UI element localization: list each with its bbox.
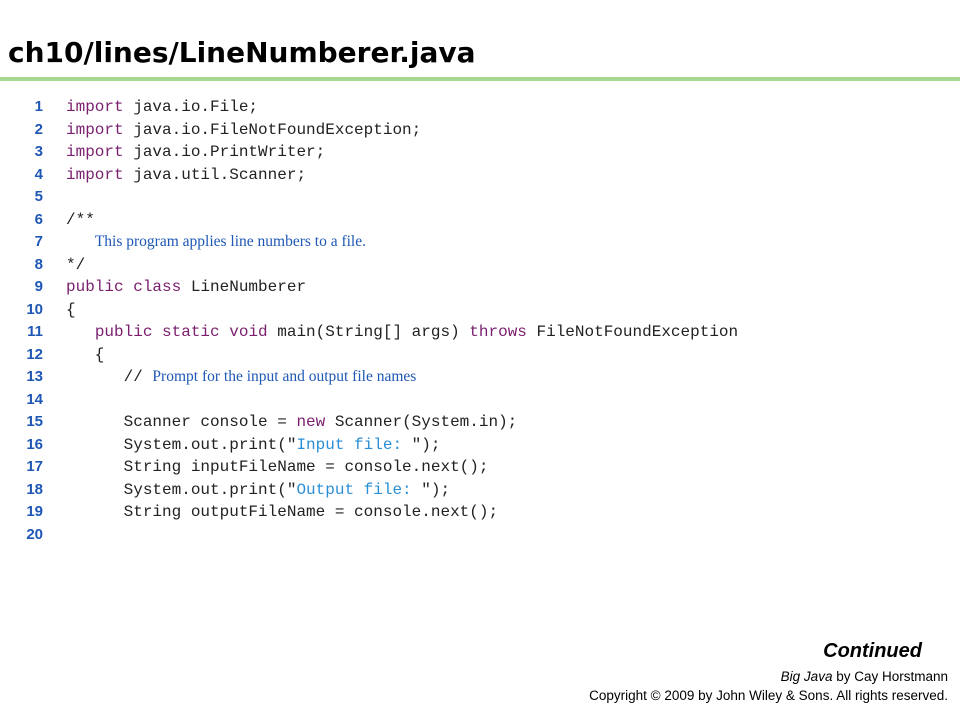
continued-label: Continued (823, 640, 922, 662)
line-number: 14 (26, 390, 43, 408)
line-number: 5 (34, 188, 43, 205)
code-token: FileNotFoundException (526, 323, 739, 341)
code-token: Scanner(System.in); (325, 413, 518, 431)
line-number: 17 (26, 458, 43, 475)
code-token: "); (421, 480, 451, 499)
code-line: 8 */ (0, 254, 960, 277)
code-line: 2 import java.io.FileNotFoundException; (0, 119, 960, 142)
code-string: Input file: (296, 435, 412, 454)
code-keyword: throws (469, 323, 527, 341)
code-line: 20 (0, 524, 960, 547)
book-author: by Cay Horstmann (832, 669, 948, 684)
code-line: 12 { (0, 344, 960, 367)
code-token: String outputFileName = console.next(); (66, 503, 499, 521)
line-number: 16 (26, 435, 43, 453)
code-line: 7 This program applies line numbers to a… (0, 231, 960, 254)
code-token: { (66, 345, 105, 364)
code-line: 15 Scanner console = new Scanner(System.… (0, 411, 960, 434)
code-text: */ (66, 254, 85, 277)
code-comment: This program applies line numbers to a f… (94, 233, 366, 250)
code-keyword: import (66, 165, 124, 184)
code-keyword: new (296, 413, 326, 431)
code-line: 16 System.out.print("Input file: "); (0, 434, 960, 457)
code-keyword: public static void (94, 323, 268, 341)
code-text: This program applies line numbers to a f… (66, 231, 366, 254)
line-number: 1 (34, 98, 43, 115)
code-text: import java.io.File; (66, 96, 258, 119)
code-line: 3 import java.io.PrintWriter; (0, 141, 960, 164)
line-number: 13 (26, 368, 43, 385)
code-line: 17 String inputFileName = console.next()… (0, 456, 960, 479)
code-text: Scanner console = new Scanner(System.in)… (66, 411, 518, 434)
code-token: java.io.FileNotFoundException; (123, 120, 422, 139)
code-text: import java.io.FileNotFoundException; (66, 119, 421, 142)
line-number: 4 (34, 165, 43, 183)
code-keyword: import (66, 98, 124, 116)
code-token: java.io.PrintWriter; (123, 143, 326, 161)
line-number: 19 (26, 503, 43, 520)
code-comment: Prompt for the input and output file nam… (152, 368, 417, 385)
code-keyword: import (66, 143, 124, 161)
copyright-notice: Copyright © 2009 by John Wiley & Sons. A… (589, 688, 948, 703)
code-token: java.util.Scanner; (123, 165, 307, 184)
line-number: 20 (26, 525, 43, 543)
code-token: /** (66, 210, 95, 229)
code-text: System.out.print("Input file: "); (66, 434, 441, 457)
code-text: { (66, 299, 76, 322)
code-line: 14 (0, 389, 960, 412)
line-number: 8 (34, 255, 43, 273)
code-token: Scanner console = (66, 413, 297, 431)
code-keyword: import (66, 120, 124, 139)
line-number: 12 (26, 345, 43, 363)
code-line: 10 { (0, 299, 960, 322)
code-line: 11 public static void main(String[] args… (0, 321, 960, 344)
code-text: String inputFileName = console.next(); (66, 456, 489, 479)
code-text: // Prompt for the input and output file … (66, 366, 417, 389)
code-token: */ (66, 255, 86, 274)
title-underline (0, 77, 960, 81)
code-token: System.out.print(" (66, 480, 297, 499)
code-token: System.out.print(" (66, 435, 297, 454)
code-text: public static void main(String[] args) t… (66, 321, 738, 344)
line-number: 6 (34, 210, 43, 228)
line-number: 3 (34, 143, 43, 160)
code-line: 1 import java.io.File; (0, 96, 960, 119)
code-line: 13 // Prompt for the input and output fi… (0, 366, 960, 389)
line-number: 2 (34, 120, 43, 138)
code-line: 4 import java.util.Scanner; (0, 164, 960, 187)
code-text: import java.util.Scanner; (66, 164, 306, 187)
code-line: 9 public class LineNumberer (0, 276, 960, 299)
line-number: 10 (26, 300, 43, 318)
code-line: 5 (0, 186, 960, 209)
line-number: 11 (27, 323, 43, 340)
code-text: System.out.print("Output file: "); (66, 479, 450, 502)
code-token: { (66, 300, 76, 319)
code-line: 19 String outputFileName = console.next(… (0, 501, 960, 524)
code-text: public class LineNumberer (66, 276, 306, 299)
code-token: LineNumberer (181, 278, 307, 296)
line-number: 7 (34, 233, 43, 250)
code-token: String inputFileName = console.next(); (66, 458, 489, 476)
code-text: /** (66, 209, 95, 232)
code-token: java.io.File; (123, 98, 259, 116)
code-line: 6 /** (0, 209, 960, 232)
line-number: 9 (34, 278, 43, 295)
line-number: 15 (26, 413, 43, 430)
code-token: "); (411, 435, 441, 454)
code-text: String outputFileName = console.next(); (66, 501, 498, 524)
code-text: { (66, 344, 105, 367)
line-number: 18 (26, 480, 43, 498)
slide-title: ch10/lines/LineNumberer.java (8, 36, 476, 69)
book-credit: Big Java by Cay Horstmann (781, 669, 948, 684)
code-line: 18 System.out.print("Output file: "); (0, 479, 960, 502)
code-token: main(String[] args) (267, 323, 470, 341)
code-text: import java.io.PrintWriter; (66, 141, 325, 164)
code-string: Output file: (296, 480, 422, 499)
code-token: // (66, 368, 153, 386)
code-keyword: public class (66, 278, 182, 296)
code-listing: 1 import java.io.File; 2 import java.io.Fil… (0, 96, 960, 546)
book-title: Big Java (780, 669, 833, 684)
